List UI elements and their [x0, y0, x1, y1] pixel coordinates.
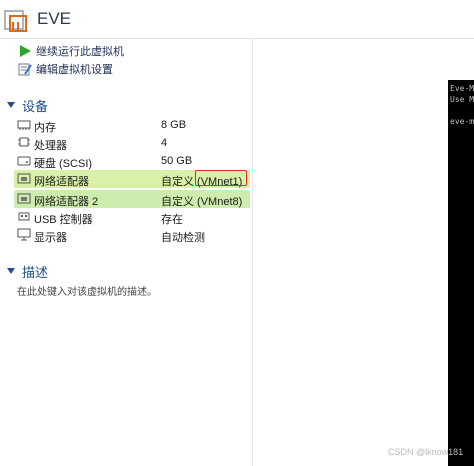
vm-header: EVE — [0, 0, 474, 39]
device-value: 8 GB — [161, 119, 187, 131]
vm-tab-icon — [4, 10, 27, 32]
resume-vm-link[interactable]: 继续运行此虚拟机 — [18, 43, 124, 59]
memory-icon — [17, 120, 31, 130]
device-name: 硬盘 (SCSI) — [34, 158, 93, 170]
device-name: USB 控制器 — [34, 214, 93, 226]
description-section-title: 描述 — [22, 264, 49, 280]
cpu-icon — [18, 137, 30, 147]
watermark-text: CSDN @lknow181 — [388, 447, 464, 457]
device-name: 网络适配器 2 — [34, 196, 99, 208]
disk-icon — [17, 156, 31, 166]
network-adapter-icon — [17, 173, 31, 184]
device-row-display[interactable]: 显示器 自动检测 — [14, 226, 250, 244]
device-row-processor[interactable]: 处理器 4 — [14, 134, 250, 152]
console-line: eve-m — [450, 117, 474, 126]
console-line: Eve-M — [450, 84, 474, 93]
resume-vm-label: 继续运行此虚拟机 — [36, 46, 124, 58]
chevron-down-icon — [7, 268, 15, 274]
console-line: Use M — [450, 95, 474, 104]
chevron-down-icon — [7, 102, 15, 108]
network-adapter-icon — [17, 193, 31, 204]
device-row-memory[interactable]: 内存 8 GB — [14, 116, 250, 134]
device-value: 50 GB — [161, 155, 193, 167]
play-icon — [20, 45, 31, 57]
devices-section-toggle[interactable]: 设备 — [6, 97, 49, 114]
edit-vm-settings-label: 编辑虚拟机设置 — [36, 64, 113, 76]
description-placeholder[interactable]: 在此处键入对该虚拟机的描述。 — [17, 283, 157, 298]
edit-vm-settings-link[interactable]: 编辑虚拟机设置 — [18, 61, 113, 77]
device-name: 内存 — [34, 122, 56, 134]
vm-console-area — [253, 39, 474, 466]
usb-icon — [18, 212, 30, 221]
device-value: 4 — [161, 137, 168, 149]
device-value: 自定义 (VMnet8) — [161, 196, 243, 208]
device-row-network-adapter-2[interactable]: 网络适配器 2 自定义 (VMnet8) — [14, 190, 250, 208]
device-value: 自动检测 — [161, 232, 205, 244]
vm-title: EVE — [37, 9, 72, 28]
devices-section-title: 设备 — [22, 98, 49, 114]
device-name: 网络适配器 — [34, 176, 89, 188]
device-name: 显示器 — [34, 232, 67, 244]
vm-console-preview[interactable]: Eve-M Use M eve-m — [448, 80, 474, 466]
device-name: 处理器 — [34, 140, 67, 152]
device-row-hard-disk[interactable]: 硬盘 (SCSI) 50 GB — [14, 152, 250, 170]
device-row-usb-controller[interactable]: USB 控制器 存在 — [14, 208, 250, 226]
device-value: 存在 — [161, 214, 183, 226]
monitor-icon — [17, 228, 31, 241]
edit-settings-icon — [18, 63, 32, 76]
description-section-toggle[interactable]: 描述 — [6, 263, 49, 280]
highlight-annotation-box — [195, 170, 247, 186]
